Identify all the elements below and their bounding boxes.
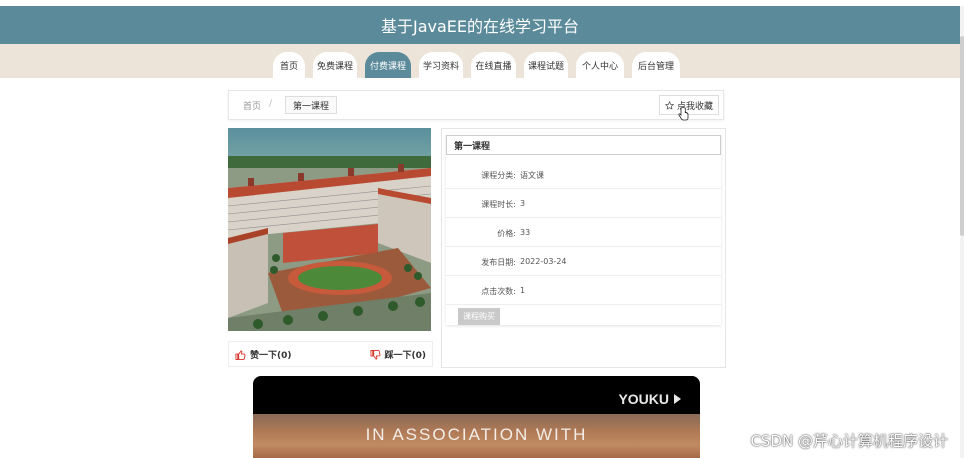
page: 基于JavaEE的在线学习平台 首页 免费课程 付费课程 学习资料 在线直播 课… [0, 0, 964, 458]
tab-exam-questions[interactable]: 课程试题 [524, 52, 568, 78]
tab-admin[interactable]: 后台管理 [632, 52, 680, 78]
video-player[interactable]: YOUKU IN ASSOCIATION WITH [253, 376, 700, 458]
tab-free-courses[interactable]: 免费课程 [313, 52, 357, 78]
tab-paid-courses[interactable]: 付费课程 [365, 52, 411, 78]
video-brand: YOUKU [618, 391, 684, 407]
dislike-button[interactable]: 踩一下(0) [370, 348, 427, 361]
site-header: 基于JavaEE的在线学习平台 [0, 6, 960, 44]
watermark: CSDN @芹心计算机程序设计 [750, 432, 948, 450]
clicks-label: 点击次数: [481, 287, 516, 296]
clicks-value: 1 [520, 286, 526, 295]
duration-label: 课程时长: [481, 200, 516, 209]
price-label: 价格: [497, 229, 516, 238]
breadcrumb: 首页 / 第一课程 点我收藏 [228, 90, 724, 120]
buy-course-button[interactable]: 课程购买 [458, 308, 500, 325]
course-cover-image [228, 128, 431, 331]
hand-cursor-icon [678, 107, 689, 121]
breadcrumb-current: 第一课程 [285, 96, 338, 114]
like-label: 赞一下(0) [250, 351, 292, 361]
thumbs-down-icon [370, 349, 380, 360]
star-icon [664, 100, 674, 110]
scroll-thumb[interactable] [960, 36, 964, 236]
vote-bar: 赞一下(0) 踩一下(0) [228, 341, 433, 367]
breadcrumb-home[interactable]: 首页 [243, 99, 261, 112]
price-value: 33 [520, 228, 531, 237]
info-row-price: 价格: 33 [446, 217, 721, 247]
course-title: 第一课程 [446, 135, 721, 155]
tab-personal-center[interactable]: 个人中心 [576, 52, 624, 78]
scrollbar[interactable] [960, 6, 964, 458]
info-row-clicks: 点击次数: 1 [446, 275, 721, 305]
duration-value: 3 [520, 199, 526, 208]
video-caption: IN ASSOCIATION WITH [365, 425, 588, 444]
publish-date-label: 发布日期: [481, 258, 516, 267]
course-info-card: 第一课程 课程分类: 语文课 课程时长: 3 价格: 33 发布日期: 2022… [446, 133, 721, 325]
breadcrumb-separator: / [269, 99, 273, 109]
info-row-duration: 课程时长: 3 [446, 188, 721, 218]
category-value: 语文课 [520, 171, 544, 180]
category-label: 课程分类: [481, 171, 516, 180]
tab-study-materials[interactable]: 学习资料 [419, 52, 463, 78]
thumbs-up-icon [235, 349, 246, 360]
dislike-label: 踩一下(0) [384, 351, 427, 361]
youku-logo: YOUKU [618, 391, 669, 407]
info-row-publish-date: 发布日期: 2022-03-24 [446, 246, 721, 276]
tab-home[interactable]: 首页 [273, 52, 305, 78]
site-title: 基于JavaEE的在线学习平台 [380, 17, 580, 36]
publish-date-value: 2022-03-24 [520, 257, 567, 266]
course-info-panel: 第一课程 课程分类: 语文课 课程时长: 3 价格: 33 发布日期: 2022… [441, 128, 726, 368]
play-chevron-icon [674, 394, 681, 404]
tab-live[interactable]: 在线直播 [471, 52, 516, 78]
campus-illustration [228, 128, 431, 331]
info-row-category: 课程分类: 语文课 [446, 159, 721, 189]
main-nav: 首页 免费课程 付费课程 学习资料 在线直播 课程试题 个人中心 后台管理 [0, 44, 960, 78]
like-button[interactable]: 赞一下(0) [235, 348, 292, 361]
